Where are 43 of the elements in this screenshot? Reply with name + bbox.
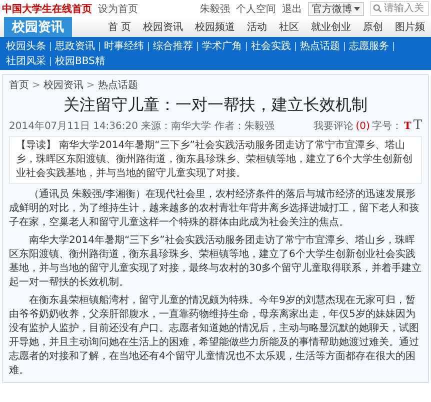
nav-item[interactable]: 就业创业 [311,20,352,34]
breadcrumb-separator: > [32,80,40,90]
nav-item[interactable]: 校园频道 [195,20,236,34]
article-paragraph: （通讯员 朱毅强/李湘衡）在现代社会里，农村经济条件的落后与城市经济的迅速发展形成鲜明的对比，为了维持生计，越来越多的农村青壮年背井离乡选择进城打工，留下老人和孩子在家，空巢老人和留守儿童这样一个特殊的群体由此成为社会关注的焦点。 [9,188,420,230]
article-paragraph: 南华大学2014年暑期“三下乡”社会实践活动服务团走访了常宁市宜潭乡、塔山乡，珠晖区东阳渡镇、衡州路街道，衡东县珍珠乡、荣桓镇等地，建立了6个大学生创新创业社会实践基地，并与当地的留守儿童实现了对接，最终与农村的30多个留守儿童取得联系，并着手建立起一对一帮扶的长效机制。 [9,234,422,290]
subnav-item[interactable]: 综合推荐 [153,39,193,53]
font-size-label: 字号： [372,120,402,133]
nav-item[interactable]: 图片频 [394,20,425,34]
set-homepage-link[interactable]: 设为首页 [98,2,138,16]
article-title: 关注留守儿童：一对一帮扶，建立长效机制 [62,95,368,116]
weibo-dropdown[interactable]: 官方微博 [308,2,364,16]
nav-item[interactable]: 校园资讯 [143,20,184,34]
subnav-item[interactable]: 社团风采 [6,54,46,68]
nav-item[interactable]: 原创 [362,20,383,34]
font-size-option[interactable]: T [413,118,422,133]
subnav-item[interactable]: 思政资讯 [55,39,95,53]
article-meta: 2014年07月11日 14:36:20 来源：南华大学 作者：朱毅强 [9,120,274,132]
breadcrumb-link[interactable]: 热点话题 [98,78,138,92]
subnav-item[interactable]: 校园头条 [6,39,46,53]
article-paragraph: 在衡东县荣桓镇船湾村，留守儿童的情况颇为特殊。今年9岁的刘慧杰现在无家可归，暂由爷爷奶奶收养，父亲肝部腹水，一直靠药物维持生命，母亲离家出走，年仅5岁的妹妹因为没有监护人监护，目前还没有户口。志愿者知道她的情况后，主动与略显沉默的她聊天，试图开导她，并且主动询问她在生活上的困难，希望能做些力所能及的事情帮助她渡过难关。通过志愿者的对接和了解，在当地还有4个留守儿童情况也不太乐观，生活等方面都存在很大的困难。 [9,294,420,378]
subnav-item[interactable]: 学术广角 [202,39,242,53]
breadcrumb-link[interactable]: 校园资讯 [43,78,84,92]
subnav-item[interactable]: 校园BBS精 [55,54,105,68]
nav-item[interactable]: 活动 [247,20,268,34]
user-link[interactable]: 朱毅强 [200,2,230,16]
subnav-item[interactable]: 热点话题 [300,39,340,53]
site-home-link[interactable]: 中国大学生在线首页 [2,2,92,16]
comment-link[interactable]: 我要评论 [314,119,354,133]
breadcrumb-separator: > [86,80,95,90]
subnav-item[interactable]: 志愿服务 [349,39,389,53]
search-icon [373,4,382,13]
subnav-item[interactable]: 时事经纬 [104,39,144,53]
user-link[interactable]: 个人空间 [236,2,276,16]
nav-item[interactable]: 首 页 [108,20,132,34]
comment-count: (0) [356,121,370,132]
caret-icon [354,6,360,10]
user-link[interactable]: 退出 [282,2,302,16]
breadcrumb-link[interactable]: 首页 [9,78,29,92]
font-size-option[interactable]: T [404,121,412,132]
nav-item[interactable]: 社区 [279,20,300,34]
section-title: 校园资讯 [4,17,72,37]
article-lead: 【导读】 南华大学2014年暑期“三下乡”社会实践活动服务团走访了常宁市宜潭乡、塔山乡，珠晖区东阳渡镇、衡州路街道，衡东县珍珠乡、荣桓镇等地，建立了6个大学生创新创业社会实践基地，并与当地的留守儿童实现了对接。 [9,136,422,184]
subnav-item[interactable]: 社会实践 [251,39,291,53]
